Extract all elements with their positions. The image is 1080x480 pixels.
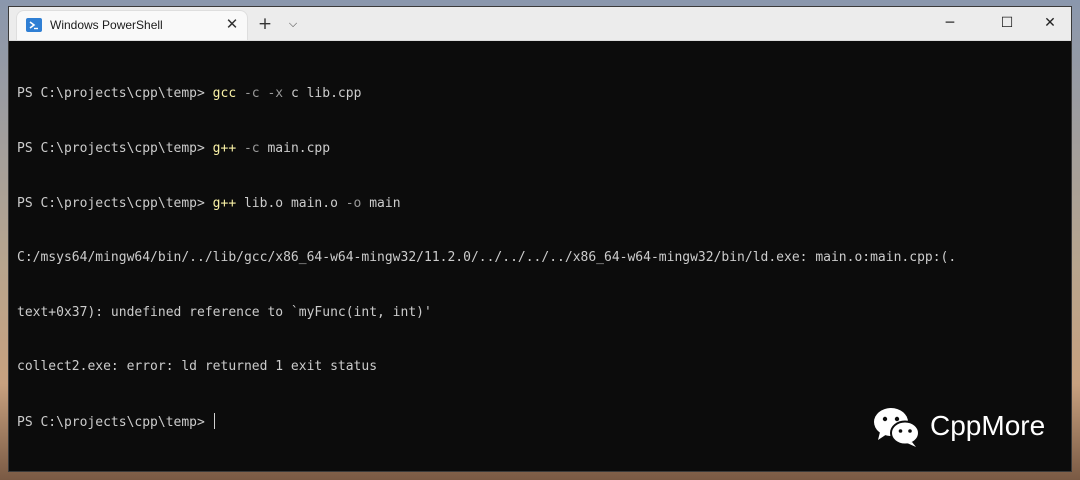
terminal-line: PS C:\projects\cpp\temp> gcc -c -x c lib… bbox=[17, 85, 1071, 103]
tab-close-icon[interactable]: ✕ bbox=[223, 15, 241, 33]
title-bar: Windows PowerShell ✕ + ⌵ ─ ☐ ✕ bbox=[9, 7, 1071, 41]
command-args: lib.o main.o bbox=[236, 195, 338, 211]
prompt: PS C:\projects\cpp\temp> bbox=[17, 141, 213, 156]
prompt: PS C:\projects\cpp\temp> bbox=[17, 86, 213, 102]
command-args: main.cpp bbox=[259, 141, 331, 156]
wechat-icon bbox=[874, 408, 920, 447]
text-cursor bbox=[213, 412, 215, 429]
tab-windows-powershell[interactable]: Windows PowerShell ✕ bbox=[17, 11, 247, 40]
error-line: collect2.exe: error: ld returned 1 exit … bbox=[17, 359, 378, 375]
maximize-button[interactable]: ☐ bbox=[984, 7, 1030, 39]
command: g++ bbox=[212, 141, 237, 156]
tab-title: Windows PowerShell bbox=[50, 18, 163, 32]
error-line: C:/msys64/mingw64/bin/../lib/gcc/x86_64-… bbox=[17, 250, 957, 266]
powershell-window: Windows PowerShell ✕ + ⌵ ─ ☐ ✕ PS C:\pro… bbox=[8, 6, 1072, 472]
command: g++ bbox=[212, 195, 237, 211]
command-flags: -c -x bbox=[236, 86, 284, 102]
new-tab-button[interactable]: + bbox=[256, 15, 274, 33]
command-flags: -c bbox=[236, 141, 260, 156]
close-button[interactable]: ✕ bbox=[1027, 7, 1071, 39]
chevron-down-icon[interactable]: ⌵ bbox=[285, 15, 301, 33]
prompt: PS C:\projects\cpp\temp> bbox=[17, 414, 213, 430]
error-line: text+0x37): undefined reference to `myFu… bbox=[17, 304, 432, 320]
watermark-text: CppMore bbox=[930, 410, 1046, 441]
terminal-line: PS C:\projects\cpp\temp> g++ -c main.cpp bbox=[17, 140, 1071, 158]
terminal-line: PS C:\projects\cpp\temp> g++ lib.o main.… bbox=[17, 195, 1071, 213]
command-args: c lib.cpp bbox=[283, 86, 362, 102]
powershell-icon bbox=[26, 18, 42, 32]
command-flags: -o bbox=[337, 195, 362, 211]
prompt: PS C:\projects\cpp\temp> bbox=[17, 195, 213, 211]
minimize-button[interactable]: ─ bbox=[927, 7, 973, 39]
command: gcc bbox=[212, 86, 237, 102]
command-args: main bbox=[361, 195, 401, 211]
